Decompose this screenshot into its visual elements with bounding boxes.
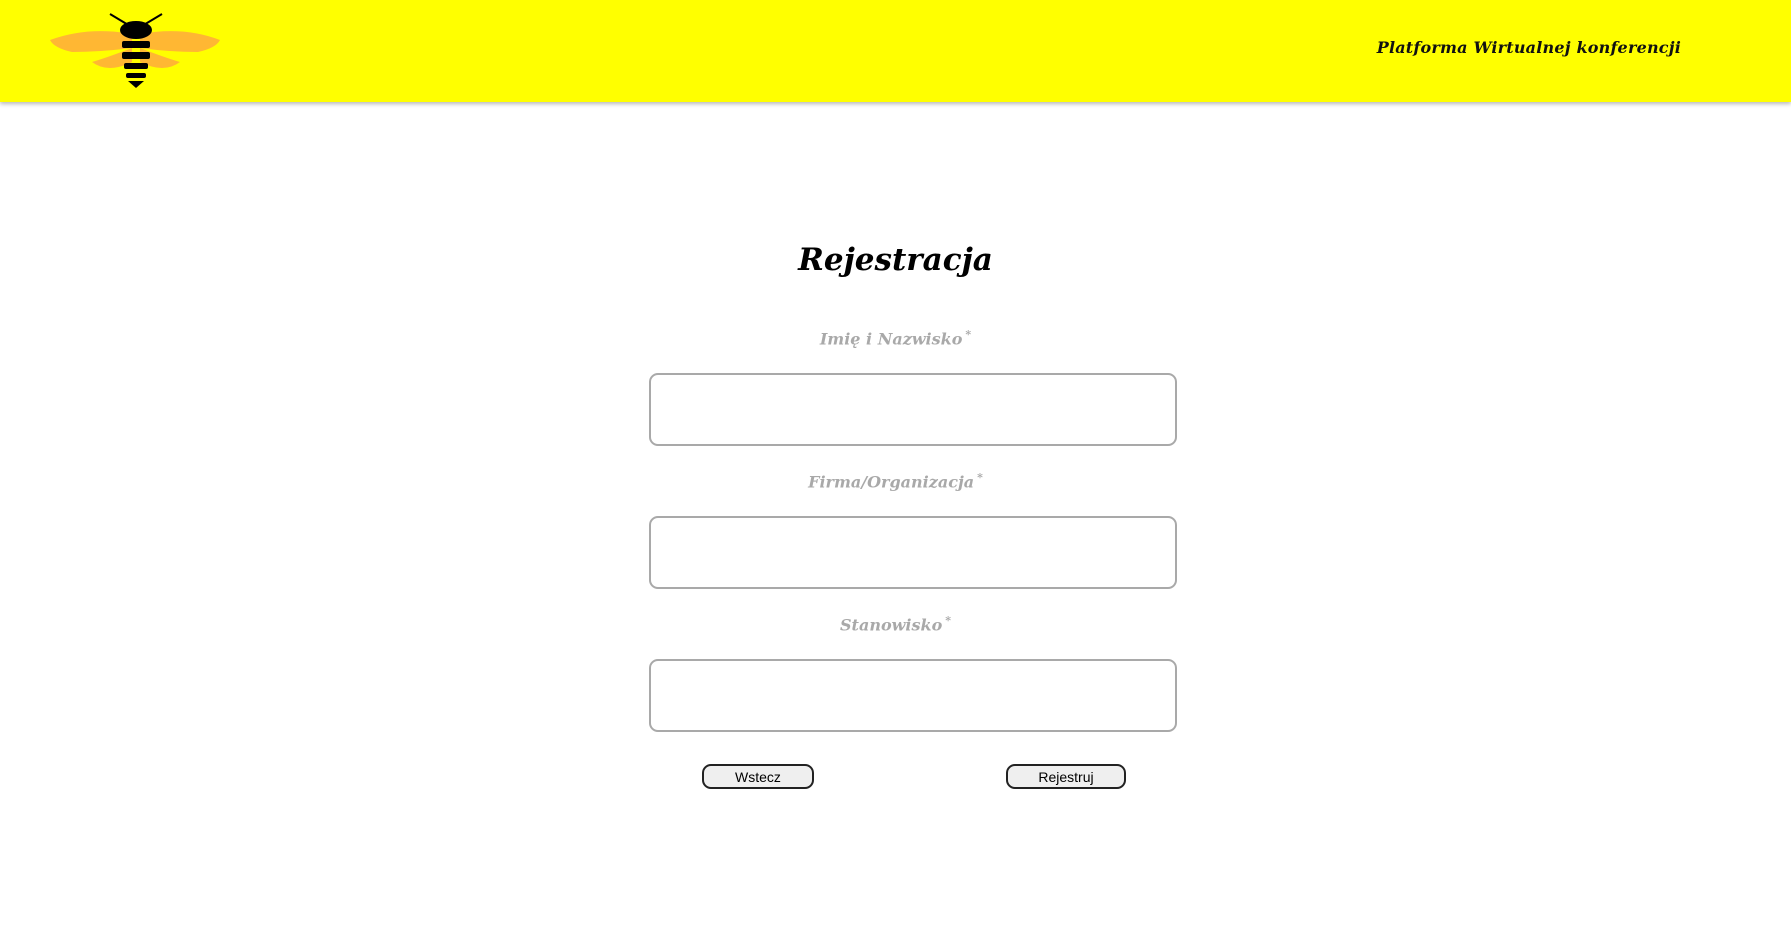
register-button[interactable]: Rejestruj	[1006, 764, 1126, 789]
full-name-input[interactable]	[649, 373, 1177, 446]
field-label-text: Imię i Nazwisko	[819, 329, 963, 349]
required-marker: *	[965, 328, 972, 341]
required-marker: *	[977, 471, 983, 484]
page-title: Rejestracja	[798, 242, 993, 278]
field-label-text: Stanowisko	[840, 615, 943, 635]
back-button[interactable]: Wstecz	[702, 764, 814, 789]
bee-icon	[50, 13, 220, 88]
field-label-full-name: Imię i Nazwisko *	[0, 328, 1791, 348]
top-header-bar: Platforma Wirtualnej konferencji	[0, 0, 1791, 102]
app-title: Platforma Wirtualnej konferencji	[1376, 38, 1681, 57]
field-label-position: Stanowisko *	[0, 614, 1791, 634]
position-input[interactable]	[649, 659, 1177, 732]
field-label-text: Firma/Organizacja	[808, 472, 975, 492]
field-label-company: Firma/Organizacja *	[0, 471, 1791, 491]
required-marker: *	[945, 614, 951, 627]
company-input[interactable]	[649, 516, 1177, 589]
